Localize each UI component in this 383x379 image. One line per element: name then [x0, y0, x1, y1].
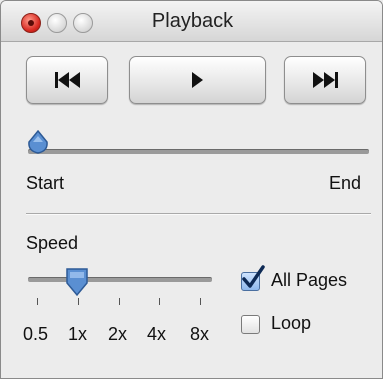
window-title: Playback — [151, 10, 234, 32]
skip-back-button[interactable] — [26, 56, 108, 104]
loop-label[interactable]: Loop — [271, 313, 311, 334]
loop-checkbox[interactable] — [241, 315, 260, 334]
position-slider-knob[interactable] — [26, 129, 50, 159]
speed-tick — [159, 298, 160, 305]
start-label: Start — [26, 173, 65, 193]
speed-slider-track[interactable] — [28, 277, 212, 282]
speed-tick-label: 4x — [147, 324, 167, 344]
position-slider-track[interactable] — [28, 149, 369, 154]
end-label: End — [329, 173, 362, 193]
speed-tick-label: 1x — [68, 324, 88, 344]
speed-tick-label: 2x — [108, 324, 128, 344]
title-bar[interactable]: Playback — [1, 1, 382, 42]
play-button[interactable] — [129, 56, 266, 104]
speed-tick — [78, 298, 79, 305]
speed-slider-knob[interactable] — [64, 266, 90, 300]
all-pages-checkbox[interactable] — [241, 265, 265, 291]
play-icon — [192, 72, 203, 88]
speed-label: Speed — [26, 233, 79, 253]
speed-tick — [119, 298, 120, 305]
skip-forward-button[interactable] — [284, 56, 366, 104]
speed-tick-label: 0.5 — [23, 324, 49, 344]
checkmark-icon — [242, 265, 265, 288]
speed-tick — [37, 298, 38, 305]
speed-tick-label: 8x — [190, 324, 210, 344]
divider — [26, 213, 371, 214]
playback-window: Playback Start End Speed 0.5 1x 2x 4x 8x — [0, 0, 383, 379]
skip-forward-icon — [312, 72, 338, 88]
skip-back-icon — [54, 72, 80, 88]
speed-tick — [200, 298, 201, 305]
all-pages-label[interactable]: All Pages — [271, 270, 347, 291]
